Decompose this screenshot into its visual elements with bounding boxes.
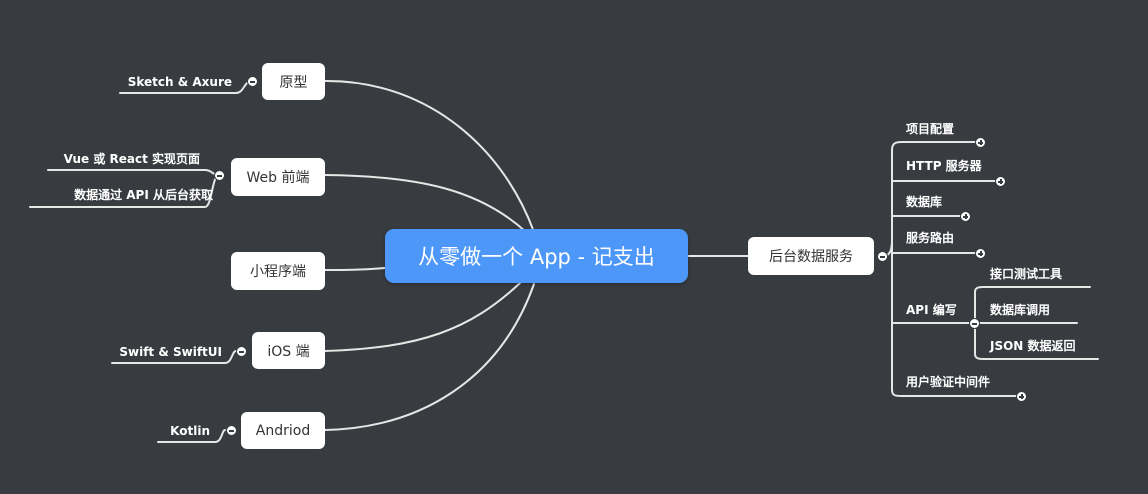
topic-prototype[interactable]: 原型 [262,63,325,100]
leaf-sketch-axure[interactable]: Sketch & Axure [120,74,232,90]
topic-miniprogram[interactable]: 小程序端 [231,252,325,290]
leaf-api-writing[interactable]: API 编写 [906,302,957,318]
expand-icon[interactable] [975,137,986,148]
topic-backend-service[interactable]: 后台数据服务 [748,237,874,275]
root-topic[interactable]: 从零做一个 App - 记支出 [385,229,688,283]
expand-icon[interactable] [995,176,1006,187]
leaf-api-backend[interactable]: 数据通过 API 从后台获取 [30,187,213,203]
leaf-api-test-tool[interactable]: 接口测试工具 [990,266,1062,282]
edge-root-web [324,174,527,233]
leaf-database[interactable]: 数据库 [906,194,942,210]
leaf-auth-middleware[interactable]: 用户验证中间件 [906,374,990,390]
collapse-icon[interactable] [969,318,980,329]
topic-ios[interactable]: iOS 端 [252,332,325,369]
collapse-icon[interactable] [877,251,888,262]
topic-android[interactable]: Andriod [241,412,325,449]
leaf-db-call[interactable]: 数据库调用 [990,302,1050,318]
edge-root-android [324,283,535,431]
collapse-icon[interactable] [247,76,258,87]
edge-root-prototype [324,79,535,233]
leaf-project-config[interactable]: 项目配置 [906,121,954,137]
topic-web-frontend[interactable]: Web 前端 [231,158,325,196]
edge-root-mini [324,267,386,271]
leaf-swift[interactable]: Swift & SwiftUI [112,344,222,360]
collapse-icon[interactable] [214,170,225,181]
edge-web-leaf1 [47,169,220,176]
leaf-vue-react[interactable]: Vue 或 React 实现页面 [48,151,200,167]
expand-icon[interactable] [960,211,971,222]
leaf-service-routing[interactable]: 服务路由 [906,230,954,246]
collapse-icon[interactable] [236,346,247,357]
collapse-icon[interactable] [226,425,237,436]
expand-icon[interactable] [1016,391,1027,402]
leaf-json-return[interactable]: JSON 数据返回 [990,338,1076,354]
leaf-kotlin[interactable]: Kotlin [158,423,210,439]
edge-backend-trunk-down [891,239,1021,397]
leaf-http-server[interactable]: HTTP 服务器 [906,158,982,174]
edge-root-ios [324,282,521,352]
expand-icon[interactable] [975,248,986,259]
